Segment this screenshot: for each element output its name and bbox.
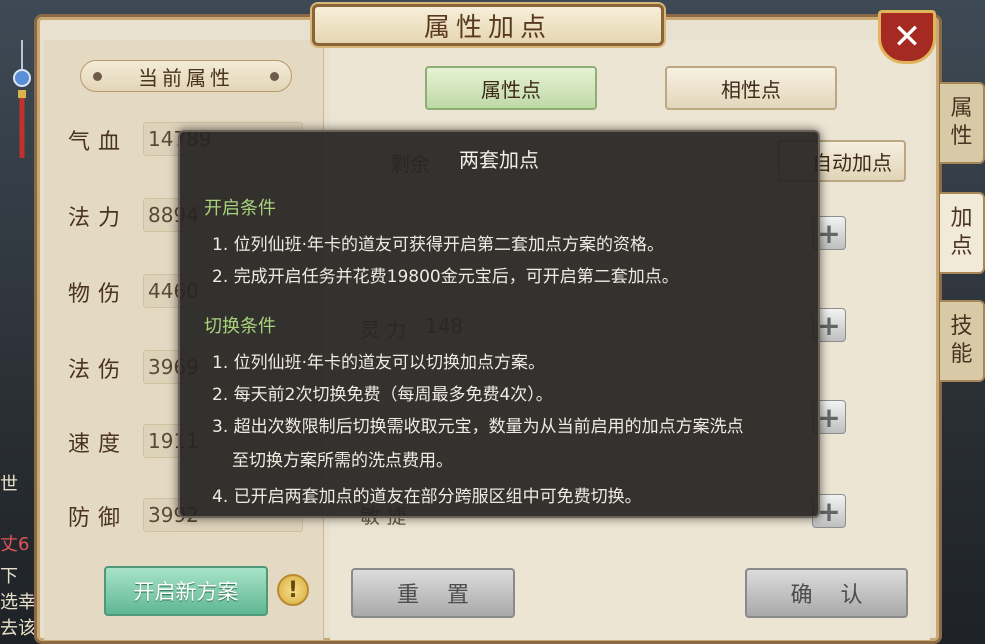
stat-label-speed: 速度 [68,432,129,457]
dialog-rule-line: 1. 位列仙班·年卡的道友可以切换加点方案。 [212,353,546,373]
close-button[interactable]: ✕ [878,10,936,64]
exclamation-icon[interactable]: ! [277,574,309,606]
dialog-rule-line: 3. 超出次数限制后切换需收取元宝，数量为从当前启用的加点方案洗点 [212,417,744,437]
stat-label-phys-dmg: 物伤 [68,282,129,307]
stat-label-defense: 防御 [68,506,129,531]
side-tab-assign-points[interactable]: 加点 [940,192,985,274]
reset-button[interactable]: 重置 [351,568,515,618]
chat-fragment: 世 [0,474,18,495]
dialog-rule-line: 2. 完成开启任务并花费19800金元宝后，可开启第二套加点。 [212,267,679,287]
chat-fragment: 去该 [0,618,36,639]
side-tab-skills[interactable]: 技能 [940,300,985,382]
side-tab-attributes[interactable]: 属性 [940,82,985,164]
dialog-rule-line: 1. 位列仙班·年卡的道友可获得开启第二套加点方案的资格。 [212,235,665,255]
section-title: 当前属性 [138,65,234,90]
dialog-rule-line: 2. 每天前2次切换免费（每周最多免费4次）。 [212,385,553,405]
dialog-rule-line: 4. 已开启两套加点的道友在部分跨服区组中可免费切换。 [212,487,642,507]
tab-attribute-points[interactable]: 属性点 [425,66,597,110]
tab-affinity-points[interactable]: 相性点 [665,66,837,110]
plaque-dot-icon [93,72,102,81]
dialog-rule-line: 至切换方案所需的洗点费用。 [232,451,453,471]
section-heading-switch: 切换条件 [204,316,276,337]
dialog-title: 两套加点 [459,148,539,172]
side-tab-label: 技能 [950,314,973,367]
open-new-plan-button[interactable]: 开启新方案 [104,566,268,616]
confirm-button[interactable]: 确认 [745,568,908,618]
chat-fragment: 选幸 [0,592,36,613]
section-heading-unlock: 开启条件 [204,198,276,219]
chat-fragment: 下 [0,566,18,587]
stat-label-hp: 气血 [68,130,129,155]
window-title: 属性加点 [312,4,664,46]
dual-plan-info-dialog: 两套加点 开启条件 1. 位列仙班·年卡的道友可获得开启第二套加点方案的资格。 … [178,130,820,518]
chat-fragment: 丈6 [0,534,30,555]
stat-label-mp: 法力 [68,206,129,231]
current-attributes-heading: 当前属性 [80,60,292,92]
plaque-dot-icon [270,72,279,81]
side-tab-label: 加点 [950,206,973,259]
stat-label-magic-dmg: 法伤 [68,358,129,383]
tassel-ornament-icon [13,40,31,158]
side-tab-label: 属性 [950,96,973,149]
